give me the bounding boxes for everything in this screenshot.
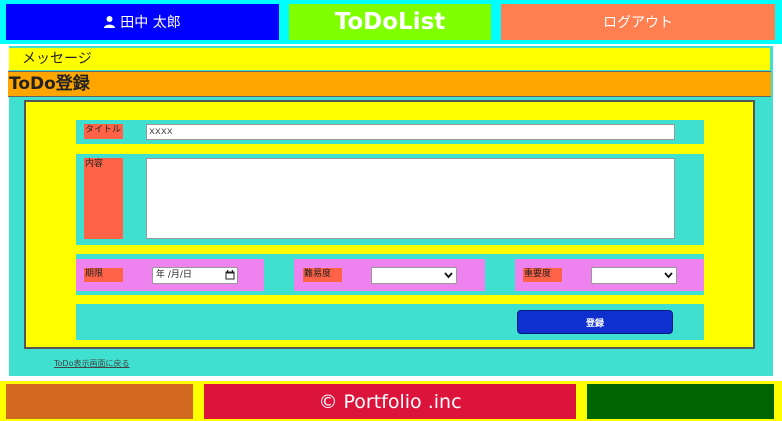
deadline-label: 期限 — [84, 268, 123, 282]
user-icon — [104, 16, 116, 28]
chevron-down-icon — [664, 272, 673, 279]
user-name: 田中 太郎 — [120, 15, 181, 31]
register-button[interactable]: 登録 — [517, 310, 673, 334]
title-input[interactable]: xxxx — [146, 124, 675, 140]
footer-left-block — [6, 384, 193, 419]
back-to-list-link[interactable]: ToDo表示画面に戻る — [54, 358, 129, 369]
importance-select[interactable] — [591, 267, 677, 284]
user-button[interactable]: 田中 太郎 — [6, 4, 279, 40]
footer-copyright: © Portfolio .inc — [204, 384, 576, 419]
message-bar: メッセージ — [9, 48, 770, 70]
content-textarea[interactable] — [146, 158, 675, 239]
content-label: 内容 — [84, 158, 123, 239]
page-title: ToDo登録 — [8, 71, 771, 97]
chevron-down-icon — [444, 272, 453, 279]
importance-label: 重要度 — [523, 268, 562, 282]
calendar-icon[interactable] — [225, 270, 235, 280]
difficulty-select[interactable] — [371, 267, 457, 284]
title-label: タイトル — [84, 124, 123, 139]
difficulty-label: 難易度 — [303, 268, 342, 282]
logout-button[interactable]: ログアウト — [501, 4, 775, 40]
deadline-value: 年 /月/日 — [156, 270, 192, 280]
footer-right-block — [587, 384, 774, 419]
deadline-date-input[interactable]: 年 /月/日 — [152, 267, 238, 284]
app-title[interactable]: ToDoList — [289, 4, 491, 40]
